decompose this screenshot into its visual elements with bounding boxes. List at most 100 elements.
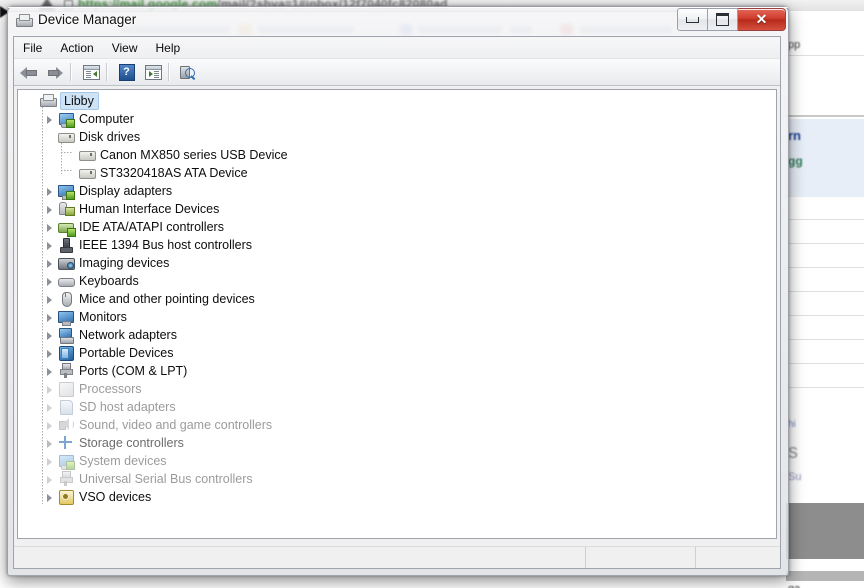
disk-drive-icon: [58, 129, 75, 145]
tree-node-label: Imaging devices: [79, 256, 170, 270]
background-text-fragment: s: [788, 441, 798, 463]
expand-arrow-icon[interactable]: [42, 182, 58, 200]
expand-arrow-icon[interactable]: [42, 254, 58, 272]
tree-node-usb-controllers[interactable]: Universal Serial Bus controllers: [42, 470, 257, 488]
status-pane-secondary: [586, 547, 696, 568]
expand-arrow-icon[interactable]: [42, 434, 58, 452]
tree-node-label: System devices: [79, 454, 167, 468]
tree-node-monitors[interactable]: Monitors: [42, 308, 131, 326]
back-button[interactable]: [16, 61, 40, 84]
mouse-icon: [58, 291, 74, 307]
tree-node-label: Universal Serial Bus controllers: [79, 472, 253, 486]
human-interface-device-icon: [58, 201, 75, 217]
scan-hardware-changes-button[interactable]: [176, 61, 200, 84]
expand-arrow-icon[interactable]: [42, 452, 58, 470]
tree-node-ports[interactable]: Ports (COM & LPT): [42, 362, 191, 380]
background-text-fragment: rn: [788, 128, 801, 143]
tree-node-label: Processors: [79, 382, 142, 396]
minimize-button[interactable]: [677, 8, 708, 31]
tree-node-imaging-devices[interactable]: Imaging devices: [42, 254, 173, 272]
background-text-fragment: hi: [788, 419, 796, 430]
ide-controller-icon: [58, 219, 76, 237]
tree-node-label: Disk drives: [79, 130, 141, 144]
menu-action[interactable]: Action: [51, 38, 102, 58]
expand-arrow-icon[interactable]: [42, 416, 58, 434]
tree-node-st3320418as[interactable]: ST3320418AS ATA Device: [73, 164, 252, 182]
properties-button[interactable]: [78, 61, 102, 84]
disk-drive-icon: [79, 147, 96, 163]
computer-icon: [58, 111, 75, 128]
tree-node-label: VSO devices: [79, 490, 152, 504]
back-arrow-icon: [19, 64, 37, 80]
expand-arrow-icon[interactable]: [42, 236, 58, 254]
collapse-arrow-icon[interactable]: [24, 92, 40, 110]
tree-node-mice[interactable]: Mice and other pointing devices: [42, 290, 259, 308]
tree-node-label: Computer: [79, 112, 134, 126]
menu-help[interactable]: Help: [147, 38, 190, 58]
tree-node-human-interface-devices[interactable]: Human Interface Devices: [42, 200, 223, 218]
expand-arrow-icon[interactable]: [42, 398, 58, 416]
tree-node-libby[interactable]: Libby: [24, 92, 99, 110]
toolbar-separator: [168, 63, 170, 81]
close-button[interactable]: ✕: [738, 8, 786, 31]
toolbar-separator: [106, 63, 108, 81]
tree-node-label: Display adapters: [79, 184, 173, 198]
expand-arrow-icon[interactable]: [42, 362, 58, 380]
tree-node-sd-host-adapters[interactable]: SD host adapters: [42, 398, 180, 416]
tree-node-keyboards[interactable]: Keyboards: [42, 272, 143, 290]
expand-arrow-icon[interactable]: [42, 290, 58, 308]
expand-arrow-icon[interactable]: [42, 326, 58, 344]
help-button[interactable]: ?: [114, 61, 138, 84]
storage-controller-icon: [58, 435, 74, 451]
tree-node-disk-drives[interactable]: Disk drives: [42, 128, 144, 146]
tree-node-display-adapters[interactable]: Display adapters: [42, 182, 176, 200]
status-pane-tertiary: [696, 547, 780, 568]
tree-node-portable-devices[interactable]: Portable Devices: [42, 344, 178, 362]
tree-node-storage-controllers[interactable]: Storage controllers: [42, 434, 188, 452]
maximize-icon: [715, 13, 730, 26]
tree-node-canon-mx850[interactable]: Canon MX850 series USB Device: [73, 146, 292, 164]
tree-node-sound-controllers[interactable]: Sound, video and game controllers: [42, 416, 276, 434]
expand-arrow-icon[interactable]: [42, 272, 58, 290]
tree-node-processors[interactable]: Processors: [42, 380, 146, 398]
ieee1394-icon: [58, 237, 74, 253]
forward-arrow-icon: [46, 64, 63, 80]
maximize-button[interactable]: [708, 8, 738, 31]
expand-arrow-icon[interactable]: [42, 344, 58, 362]
tree-node-ieee1394[interactable]: IEEE 1394 Bus host controllers: [42, 236, 256, 254]
window-client-area: File Action View Help ? Libby Computer D…: [13, 36, 781, 569]
tree-node-label: ST3320418AS ATA Device: [100, 166, 248, 180]
show-console-tree-button[interactable]: [140, 61, 164, 84]
tree-connector: [61, 170, 73, 171]
expand-arrow-icon[interactable]: [42, 308, 58, 326]
menu-file[interactable]: File: [14, 38, 51, 58]
device-tree[interactable]: Libby Computer Disk drives Canon MX850 s…: [17, 89, 777, 539]
tree-connector: [61, 152, 73, 153]
tree-node-ide-controllers[interactable]: IDE ATA/ATAPI controllers: [42, 218, 228, 237]
expand-arrow-icon[interactable]: [42, 488, 58, 506]
vso-device-icon: [58, 489, 74, 505]
expand-arrow-icon[interactable]: [42, 218, 58, 236]
tree-node-label: Storage controllers: [79, 436, 184, 450]
tree-node-network-adapters[interactable]: Network adapters: [42, 326, 181, 344]
collapse-arrow-icon[interactable]: [42, 128, 58, 146]
expand-arrow-icon[interactable]: [42, 110, 58, 128]
expand-arrow-icon[interactable]: [42, 470, 58, 488]
forward-button[interactable]: [42, 61, 66, 84]
device-manager-window: Device Manager ✕ File Action View Help ?…: [7, 6, 789, 576]
title-bar[interactable]: Device Manager ✕: [7, 6, 789, 36]
expand-arrow-icon[interactable]: [42, 380, 58, 398]
imaging-device-icon: [58, 255, 75, 271]
toolbar-separator: [70, 63, 72, 81]
tree-node-label: IDE ATA/ATAPI controllers: [79, 220, 224, 234]
tree-node-system-devices[interactable]: System devices: [42, 452, 171, 470]
status-bar: [14, 546, 780, 568]
menu-view[interactable]: View: [103, 38, 147, 58]
tree-node-computer[interactable]: Computer: [42, 110, 138, 128]
tree-node-vso-devices[interactable]: VSO devices: [42, 488, 155, 506]
background-text-fragment: ga: [788, 583, 800, 588]
expand-arrow-icon[interactable]: [42, 200, 58, 218]
tree-node-label: Sound, video and game controllers: [79, 418, 273, 432]
tree-node-label: Keyboards: [79, 274, 139, 288]
port-icon: [58, 363, 74, 379]
